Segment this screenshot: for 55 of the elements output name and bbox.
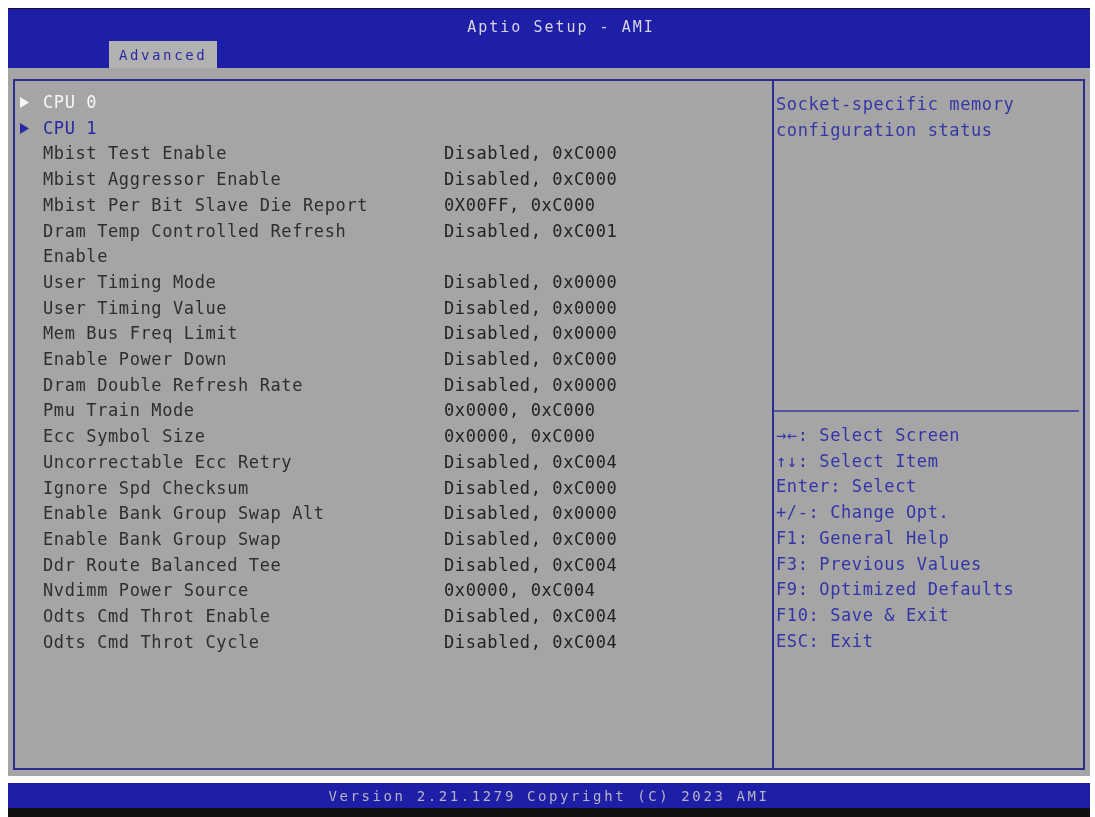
- setting-value: Disabled, 0x0000: [444, 374, 618, 395]
- setting-label: Ecc Symbol Size: [43, 426, 206, 447]
- setting-value: Disabled, 0xC000: [444, 169, 618, 190]
- setting-label: User Timing Mode: [43, 271, 217, 292]
- setting-value: 0X00FF, 0xC000: [444, 194, 596, 215]
- version-text: Version 2.21.1279 Copyright (C) 2023 AMI: [328, 787, 770, 804]
- setting-label: Mem Bus Freq Limit: [43, 323, 239, 344]
- setting-value: Disabled, 0x0000: [444, 323, 618, 344]
- setting-label: Enable Power Down: [43, 349, 228, 370]
- setting-value: Disabled, 0xC004: [444, 554, 618, 575]
- setting-value: 0x0000, 0xC000: [444, 400, 596, 421]
- setting-value: Disabled, 0x0000: [444, 503, 618, 524]
- setting-label: Enable Bank Group Swap: [43, 528, 282, 549]
- setting-label: Enable Bank Group Swap Alt: [43, 503, 325, 524]
- key-hint: Enter: Select: [776, 475, 917, 499]
- setting-label: Nvdimm Power Source: [43, 580, 249, 601]
- submenu-item[interactable]: CPU 0: [43, 92, 98, 112]
- setting-label: Pmu Train Mode: [43, 400, 195, 421]
- setting-value: Disabled, 0xC000: [444, 143, 618, 164]
- submenu-item[interactable]: CPU 1: [43, 117, 98, 138]
- setting-value: 0x0000, 0xC000: [444, 426, 596, 447]
- key-hint: F3: Previous Values: [776, 552, 982, 576]
- key-hint: F9: Optimized Defaults: [776, 578, 1015, 602]
- setting-value: Disabled, 0xC004: [444, 631, 618, 652]
- key-hint: ↑↓: Select Item: [776, 449, 939, 473]
- key-hint: +/-: Change Opt.: [776, 501, 950, 525]
- key-hint: F1: General Help: [776, 526, 950, 550]
- window-title: Aptio Setup - AMI: [467, 18, 655, 36]
- right-triangle-icon: [20, 123, 29, 135]
- setting-label: Mbist Test Enable: [43, 143, 228, 164]
- setting-value: Disabled, 0xC000: [444, 528, 618, 549]
- setting-value: Disabled, 0xC004: [444, 451, 618, 472]
- setting-label: Uncorrectable Ecc Retry: [43, 451, 293, 472]
- setting-label: User Timing Value: [43, 297, 228, 318]
- setting-value: 0x0000, 0xC004: [444, 580, 596, 601]
- setting-label: Ignore Spd Checksum: [43, 477, 249, 498]
- key-hint: F10: Save & Exit: [776, 603, 950, 627]
- setting-value: Disabled, 0x0000: [444, 297, 618, 318]
- setting-label: Mbist Per Bit Slave Die Report: [43, 194, 369, 215]
- setting-label: Dram Double Refresh Rate: [43, 374, 304, 395]
- setting-label: Odts Cmd Throt Enable: [43, 606, 271, 627]
- key-hint: →←: Select Screen: [776, 424, 961, 447]
- help-text: Socket-specific memory configuration status: [776, 93, 1016, 142]
- tab[interactable]: Advanced: [109, 41, 218, 68]
- key-hint: ESC: Exit: [776, 629, 874, 653]
- setting-label: Dram Temp Controlled Refresh Enable: [43, 220, 347, 267]
- setting-value: Disabled, 0xC001: [444, 220, 618, 241]
- setting-value: Disabled, 0x0000: [444, 271, 618, 292]
- setting-label: Ddr Route Balanced Tee: [43, 554, 282, 575]
- setting-value: Disabled, 0xC004: [444, 606, 618, 627]
- setting-value: Disabled, 0xC000: [444, 477, 618, 498]
- setting-label: Odts Cmd Throt Cycle: [43, 631, 260, 652]
- setting-label: Mbist Aggressor Enable: [43, 169, 282, 190]
- setting-value: Disabled, 0xC000: [444, 349, 618, 370]
- right-triangle-icon: [20, 97, 29, 109]
